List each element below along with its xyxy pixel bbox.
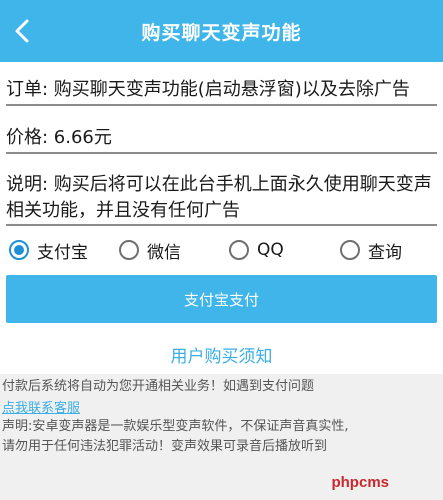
radio-wechat[interactable]: 微信: [119, 234, 181, 266]
info-text-payment: 付款后系统将自动为您开通相关业务！如遇到支付问题: [2, 379, 315, 394]
radio-wechat-label: 微信: [147, 242, 181, 263]
radio-qq-label: QQ: [257, 240, 284, 260]
radio-qq[interactable]: QQ: [229, 234, 284, 266]
radio-query-label: 查询: [368, 242, 402, 263]
radio-unchecked-icon: [340, 240, 360, 260]
chevron-left-icon: [15, 19, 29, 43]
order-field: 订单: 购买聊天变声功能(启动悬浮窗)以及去除广告: [6, 76, 437, 106]
top-bar: 购买聊天变声功能: [0, 0, 443, 62]
purchase-screen: 购买聊天变声功能 订单: 购买聊天变声功能(启动悬浮窗)以及去除广告 价格: 6…: [0, 0, 443, 500]
price-field: 价格: 6.66元: [6, 124, 437, 154]
radio-alipay[interactable]: 支付宝: [9, 234, 88, 266]
radio-alipay-label: 支付宝: [37, 242, 88, 263]
radio-unchecked-icon: [229, 240, 249, 260]
back-button[interactable]: [4, 11, 40, 51]
purchase-notice-link[interactable]: 用户购买须知: [0, 342, 443, 368]
payment-method-group: 支付宝 微信 QQ 查询: [0, 234, 443, 266]
page-title: 购买聊天变声功能: [141, 21, 302, 44]
radio-unchecked-icon: [119, 240, 139, 260]
radio-checked-icon: [9, 240, 29, 260]
radio-query[interactable]: 查询: [340, 234, 402, 266]
description-field: 说明: 购买后将可以在此台手机上面永久使用聊天变声相关功能，并且没有任何广告: [6, 172, 437, 226]
alipay-pay-button[interactable]: 支付宝支付: [6, 275, 437, 323]
info-text-warning: 请勿用于任何违法犯罪活动！变声效果可录音后播放听到: [2, 439, 328, 454]
info-text-disclaimer: 声明:安卓变声器是一款娱乐型变声软件，不保证声音真实性,: [2, 419, 349, 434]
watermark: phpcms: [331, 474, 389, 491]
